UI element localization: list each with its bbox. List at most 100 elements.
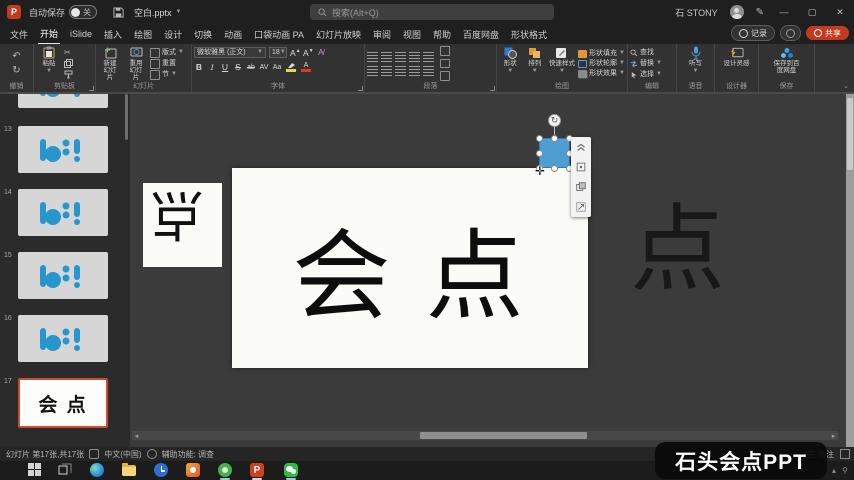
restore-button[interactable]: ▢ bbox=[804, 7, 820, 18]
copy-icon[interactable] bbox=[64, 59, 73, 68]
tab-animations[interactable]: 动画 bbox=[222, 25, 244, 44]
tab-review[interactable]: 审阅 bbox=[371, 25, 393, 44]
slide-thumbnail-17-selected[interactable]: 会 点 bbox=[18, 378, 108, 428]
bullets-icon[interactable] bbox=[367, 52, 378, 62]
italic-button[interactable]: I bbox=[207, 62, 217, 73]
edit-pencil-icon[interactable]: ✎ bbox=[756, 7, 764, 18]
vertical-scrollbar[interactable] bbox=[846, 94, 854, 447]
tab-help[interactable]: 帮助 bbox=[431, 25, 453, 44]
underline-button[interactable]: U bbox=[220, 62, 230, 73]
wechat-icon[interactable] bbox=[284, 463, 299, 478]
tab-pocket-animation[interactable]: 口袋动画 PA bbox=[252, 25, 306, 44]
select-button[interactable]: 选择▼ bbox=[630, 70, 662, 79]
user-name[interactable]: 石 STONY bbox=[675, 6, 717, 19]
dictate-button[interactable]: 听写 ▼ bbox=[689, 46, 703, 81]
slide-thumbnail-partial[interactable] bbox=[18, 94, 108, 108]
tab-transitions[interactable]: 切换 bbox=[192, 25, 214, 44]
file-explorer-icon[interactable] bbox=[122, 463, 137, 478]
kerning-button[interactable]: AV bbox=[259, 62, 269, 73]
share-button[interactable]: 共享 bbox=[806, 26, 849, 40]
resize-handle-s[interactable] bbox=[551, 165, 558, 172]
slide-editing-canvas[interactable]: 点 会 点 点 ↻ ✛ ◂ ▸ bbox=[130, 94, 846, 447]
horizontal-scroll-thumb[interactable] bbox=[420, 432, 587, 439]
paste-button[interactable]: 粘贴 ▼ bbox=[36, 46, 62, 81]
clear-format-icon[interactable]: A̸ bbox=[316, 47, 326, 58]
save-icon[interactable] bbox=[113, 7, 124, 18]
font-size-select[interactable]: 18▼ bbox=[269, 47, 287, 58]
green-app-icon[interactable] bbox=[218, 463, 233, 478]
resize-handle-nw[interactable] bbox=[536, 135, 543, 142]
spellcheck-icon[interactable] bbox=[89, 449, 99, 459]
sidebar-scrollbar[interactable] bbox=[125, 94, 128, 140]
smartart-convert-icon[interactable] bbox=[440, 71, 450, 81]
collapse-icon[interactable] bbox=[575, 141, 587, 153]
collapse-ribbon-icon[interactable]: ⌄ bbox=[843, 82, 849, 90]
shrink-font-button[interactable]: A▼ bbox=[303, 46, 313, 59]
decrease-indent-icon[interactable] bbox=[395, 52, 406, 62]
align-text-icon[interactable] bbox=[440, 59, 450, 69]
autosave-toggle[interactable]: 关 bbox=[69, 5, 97, 19]
strikethrough-button[interactable]: S bbox=[233, 62, 243, 73]
record-button[interactable]: 记录 bbox=[731, 25, 775, 41]
tab-design[interactable]: 设计 bbox=[162, 25, 184, 44]
minimize-button[interactable]: — bbox=[776, 7, 792, 17]
tab-draw[interactable]: 绘图 bbox=[132, 25, 154, 44]
tab-file[interactable]: 文件 bbox=[8, 25, 30, 44]
resize-handle-n[interactable] bbox=[551, 135, 558, 142]
offslide-white-box[interactable]: 点 bbox=[143, 183, 222, 267]
align-right-icon[interactable] bbox=[395, 66, 406, 76]
task-view-icon[interactable] bbox=[58, 463, 73, 478]
resize-diagonal-icon[interactable] bbox=[575, 201, 587, 213]
tab-view[interactable]: 视图 bbox=[401, 25, 423, 44]
resize-handle-w[interactable] bbox=[536, 150, 543, 157]
redo-icon[interactable]: ↻ bbox=[12, 66, 20, 76]
scroll-right-icon[interactable]: ▸ bbox=[829, 432, 838, 440]
floating-toolbar[interactable] bbox=[571, 137, 591, 217]
cut-icon[interactable]: ✂ bbox=[64, 48, 73, 57]
shapes-button[interactable]: 形状 ▼ bbox=[499, 46, 521, 81]
tab-baidu-netdisk[interactable]: 百度网盘 bbox=[461, 25, 501, 44]
align-center-icon[interactable] bbox=[381, 66, 392, 76]
close-button[interactable]: ✕ bbox=[832, 7, 848, 18]
reuse-slide-button[interactable]: 重用幻灯片 bbox=[124, 46, 148, 81]
search-input[interactable]: 搜索(Alt+Q) bbox=[310, 4, 554, 20]
numbering-icon[interactable] bbox=[381, 52, 392, 62]
edge-browser-icon[interactable] bbox=[90, 463, 105, 478]
vertical-scroll-thumb[interactable] bbox=[847, 98, 853, 170]
strike-ab-button[interactable]: ab bbox=[246, 62, 256, 73]
align-left-icon[interactable] bbox=[367, 66, 378, 76]
font-color-button[interactable]: A bbox=[300, 63, 312, 72]
scroll-left-icon[interactable]: ◂ bbox=[132, 432, 141, 440]
user-avatar[interactable] bbox=[730, 5, 744, 19]
design-ideas-button[interactable]: 设计灵感 bbox=[723, 46, 751, 81]
horizontal-scrollbar[interactable]: ◂ ▸ bbox=[132, 431, 838, 440]
font-name-select[interactable]: 微软雅黑 (正文)▼ bbox=[194, 47, 266, 58]
powerpoint-taskbar-icon[interactable]: P bbox=[250, 463, 265, 478]
slide-thumbnail-14[interactable] bbox=[18, 189, 108, 236]
document-title[interactable]: 空白.pptx ▼ bbox=[134, 6, 181, 19]
accessibility-status[interactable]: 辅助功能: 调查 bbox=[162, 449, 214, 460]
text-direction-icon[interactable] bbox=[440, 46, 450, 56]
powerpoint-app-icon[interactable]: P bbox=[7, 5, 21, 19]
layers-icon[interactable] bbox=[575, 181, 587, 193]
start-button-icon[interactable] bbox=[28, 463, 43, 478]
increase-indent-icon[interactable] bbox=[409, 52, 420, 62]
justify-icon[interactable] bbox=[409, 66, 420, 76]
clock-app-icon[interactable] bbox=[154, 463, 169, 478]
undo-icon[interactable]: ↶ bbox=[12, 52, 20, 62]
quick-styles-button[interactable]: 快速样式 ▼ bbox=[548, 46, 576, 81]
change-case-button[interactable]: Aa bbox=[272, 62, 282, 73]
tray-icon[interactable]: ▴ bbox=[832, 466, 836, 475]
reset-button[interactable]: 重置 bbox=[150, 59, 184, 69]
offslide-character[interactable]: 点 bbox=[630, 200, 725, 300]
layout-button[interactable]: 版式▼ bbox=[150, 48, 184, 58]
orange-app-icon[interactable] bbox=[186, 463, 201, 478]
tab-insert[interactable]: 插入 bbox=[102, 25, 124, 44]
language-status[interactable]: 中文(中国) bbox=[104, 449, 141, 460]
slide-thumbnail-15[interactable] bbox=[18, 252, 108, 299]
tab-slideshow[interactable]: 幻灯片放映 bbox=[314, 25, 363, 44]
line-spacing-icon[interactable] bbox=[423, 52, 434, 62]
slide-thumbnail-16[interactable] bbox=[18, 315, 108, 362]
new-slide-button[interactable]: 新建幻灯片 bbox=[98, 46, 122, 81]
presenter-icon-button[interactable] bbox=[780, 25, 801, 41]
